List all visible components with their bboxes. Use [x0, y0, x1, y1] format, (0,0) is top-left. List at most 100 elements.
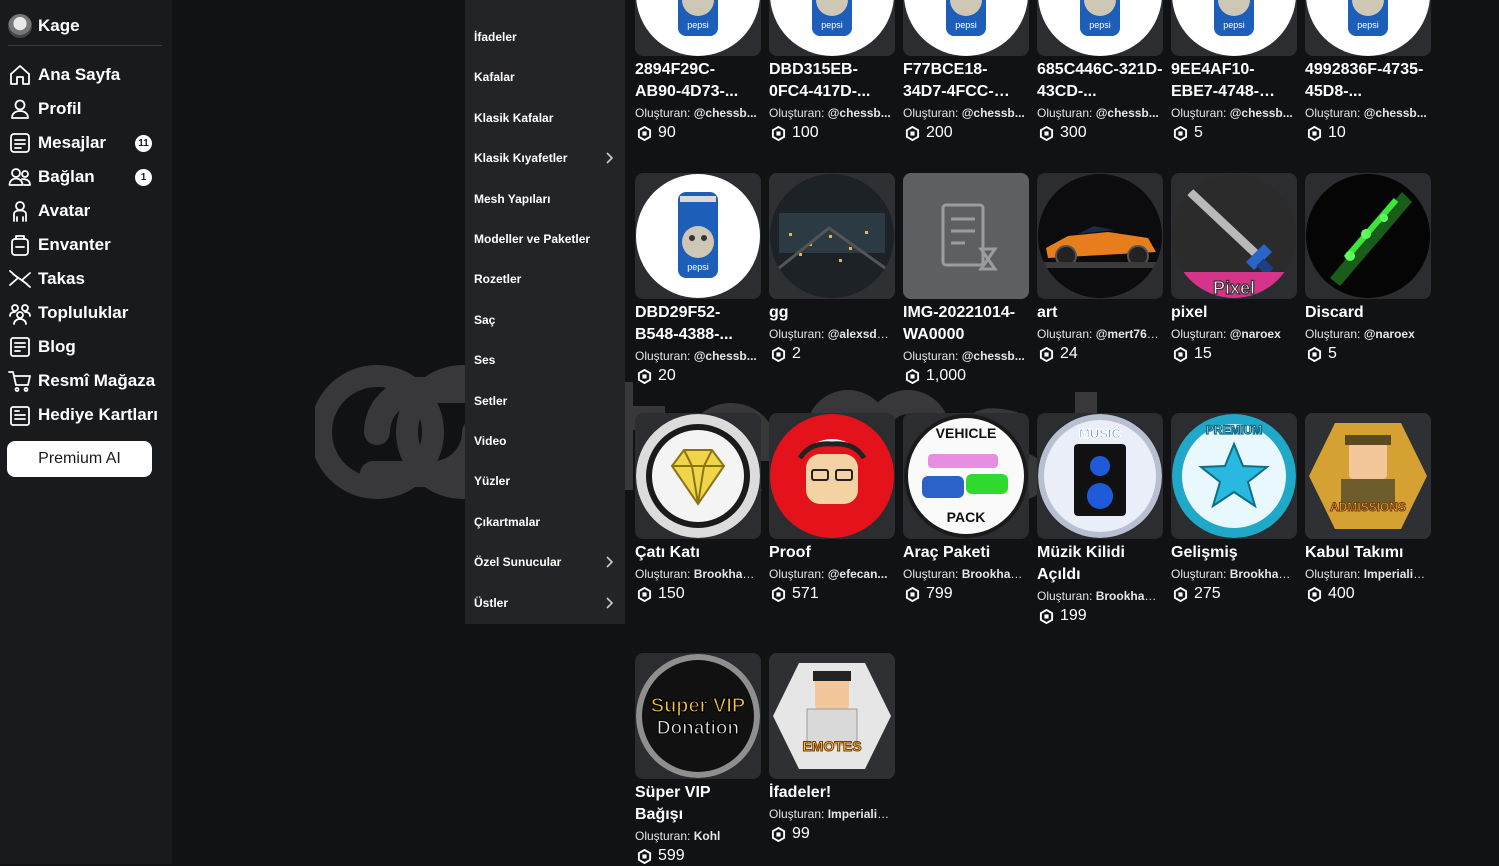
creator-link[interactable]: Brookhav...	[1096, 589, 1159, 603]
robux-icon	[637, 125, 652, 141]
item-name[interactable]: Müzik Kilidi Açıldı	[1037, 542, 1163, 586]
creator-link[interactable]: Imperialis...	[828, 807, 891, 821]
creator-link[interactable]: @naroex	[1364, 327, 1415, 341]
creator-link[interactable]: @chessb...	[962, 106, 1025, 120]
user-profile-link[interactable]: Kage	[8, 12, 80, 40]
item-name[interactable]: Kabul Takımı	[1305, 542, 1431, 564]
item-name[interactable]: Proof	[769, 542, 895, 564]
item-name[interactable]: Araç Paketi	[903, 542, 1029, 564]
item-name[interactable]: F77BCE18-34D7-4FCC-98AC-...	[903, 59, 1029, 103]
creator-link[interactable]: @chessb...	[828, 106, 891, 120]
sidebar-item-trade[interactable]: Takas	[8, 262, 164, 296]
svg-text:Pixel: Pixel	[1213, 278, 1255, 298]
creator-link[interactable]: @naroex	[1230, 327, 1281, 341]
item-thumbnail[interactable]: ADMISSIONS	[1305, 413, 1431, 539]
creator-link[interactable]: @chessb...	[962, 349, 1025, 363]
creator-link[interactable]: @alexsds...	[828, 327, 891, 341]
sidebar-item-home[interactable]: Ana Sayfa	[8, 58, 164, 92]
category-item[interactable]: Video	[474, 429, 620, 453]
sidebar-item-cart[interactable]: Resmî Mağaza	[8, 364, 164, 398]
category-item[interactable]: Ses	[474, 348, 620, 372]
item-thumbnail[interactable]: pepsi	[769, 0, 895, 56]
item-thumbnail[interactable]: VEHICLE PACK	[903, 413, 1029, 539]
item-thumbnail[interactable]: EMOTES	[769, 653, 895, 779]
item-thumbnail[interactable]	[903, 173, 1029, 299]
category-item[interactable]: Klasik Kıyafetler	[474, 146, 620, 170]
category-item[interactable]: Çıkartmalar	[474, 510, 620, 534]
item-thumbnail[interactable]	[769, 173, 895, 299]
category-item[interactable]: Kafalar	[474, 65, 620, 89]
item-thumbnail[interactable]: PREMIUM	[1171, 413, 1297, 539]
sidebar-item-gift-card[interactable]: Hediye Kartları	[8, 398, 164, 432]
sidebar-item-inventory[interactable]: Envanter	[8, 228, 164, 262]
creator-link[interactable]: Brookhav...	[1230, 567, 1293, 581]
item-name[interactable]: 685C446C-321D-43CD-...	[1037, 59, 1163, 103]
item-thumbnail[interactable]: pepsi	[635, 0, 761, 56]
creator-link[interactable]: @chessb...	[694, 106, 757, 120]
item-name[interactable]: art	[1037, 302, 1163, 324]
creator-link[interactable]: @chessb...	[1230, 106, 1293, 120]
category-label: Ses	[474, 353, 496, 368]
sidebar-item-blog[interactable]: Blog	[8, 330, 164, 364]
item-name[interactable]: DBD315EB-0FC4-417D-...	[769, 59, 895, 103]
robux-icon	[1039, 346, 1054, 362]
creator-link[interactable]: Imperialis...	[1364, 567, 1427, 581]
category-item[interactable]: Rozetler	[474, 267, 620, 291]
robux-icon	[1039, 608, 1054, 624]
category-item[interactable]: Özel Sunucular	[474, 550, 620, 574]
sidebar-item-connect[interactable]: Bağlan 1	[8, 160, 164, 194]
premium-button[interactable]: Premium AI	[7, 441, 152, 477]
item-thumbnail[interactable]	[769, 413, 895, 539]
creator-link[interactable]: @chessb...	[1364, 106, 1427, 120]
creator-link[interactable]: @chessb...	[694, 349, 757, 363]
creator-link[interactable]: Brookhav...	[962, 567, 1025, 581]
item-thumbnail[interactable]: pepsi	[1037, 0, 1163, 56]
item-thumbnail[interactable]: Super VIP Donation	[635, 653, 761, 779]
category-item[interactable]: Yüzler	[474, 469, 620, 493]
item-name[interactable]: DBD29F52-B548-4388-...	[635, 302, 761, 346]
item-thumbnail[interactable]: Pixel	[1171, 173, 1297, 299]
item-thumbnail[interactable]: pepsi	[1305, 0, 1431, 56]
item-thumbnail[interactable]	[1305, 173, 1431, 299]
item-name[interactable]: IMG-20221014-WA0000	[903, 302, 1029, 346]
category-label: Klasik Kafalar	[474, 110, 554, 125]
category-item[interactable]: Klasik Kafalar	[474, 106, 620, 130]
item-name[interactable]: Gelişmiş	[1171, 542, 1297, 564]
category-item[interactable]: Modeller ve Paketler	[474, 227, 620, 251]
category-item[interactable]: Mesh Yapıları	[474, 187, 620, 211]
creator-link[interactable]: @chessb...	[1096, 106, 1159, 120]
category-item[interactable]: Üstler	[474, 591, 620, 615]
item-thumbnail[interactable]: pepsi	[1171, 0, 1297, 56]
catalog-item-card: gg Oluşturan: @alexsds... 2	[769, 173, 895, 364]
category-item[interactable]: Setler	[474, 389, 620, 413]
creator-link[interactable]: Brookhav...	[694, 567, 757, 581]
item-thumbnail[interactable]: pepsi	[903, 0, 1029, 56]
category-item[interactable]: İfadeler	[474, 25, 620, 49]
item-name[interactable]: 4992836F-4735-45D8-...	[1305, 59, 1431, 103]
price-value: 10	[1328, 124, 1346, 141]
item-name[interactable]: Süper VIP Bağışı	[635, 782, 761, 826]
creator-link[interactable]: @mert767...	[1096, 327, 1159, 341]
item-price: 20	[637, 366, 761, 386]
sidebar-item-communities[interactable]: Topluluklar	[8, 296, 164, 330]
item-name[interactable]: pixel	[1171, 302, 1297, 324]
creator-link[interactable]: @efecan...	[828, 567, 888, 581]
sidebar-item-messages[interactable]: Mesajlar 11	[8, 126, 164, 160]
item-thumbnail[interactable]: pepsi	[635, 173, 761, 299]
sidebar-item-avatar[interactable]: Avatar	[8, 194, 164, 228]
sidebar-item-profile[interactable]: Profil	[8, 92, 164, 126]
item-name[interactable]: 2894F29C-AB90-4D73-...	[635, 59, 761, 103]
item-name[interactable]: Çatı Katı	[635, 542, 761, 564]
category-item[interactable]: Saç	[474, 308, 620, 332]
item-thumbnail[interactable]	[635, 413, 761, 539]
robux-icon	[771, 346, 786, 362]
item-name[interactable]: İfadeler!	[769, 782, 895, 804]
item-thumbnail[interactable]: MUSIC	[1037, 413, 1163, 539]
item-name[interactable]: gg	[769, 302, 895, 324]
item-name[interactable]: Discard	[1305, 302, 1431, 324]
item-name[interactable]: 9EE4AF10-EBE7-4748-8979-...	[1171, 59, 1297, 103]
creator-link[interactable]: Kohl	[694, 829, 721, 843]
robux-icon	[905, 368, 920, 384]
svg-text:pepsi: pepsi	[1357, 20, 1379, 30]
item-thumbnail[interactable]	[1037, 173, 1163, 299]
